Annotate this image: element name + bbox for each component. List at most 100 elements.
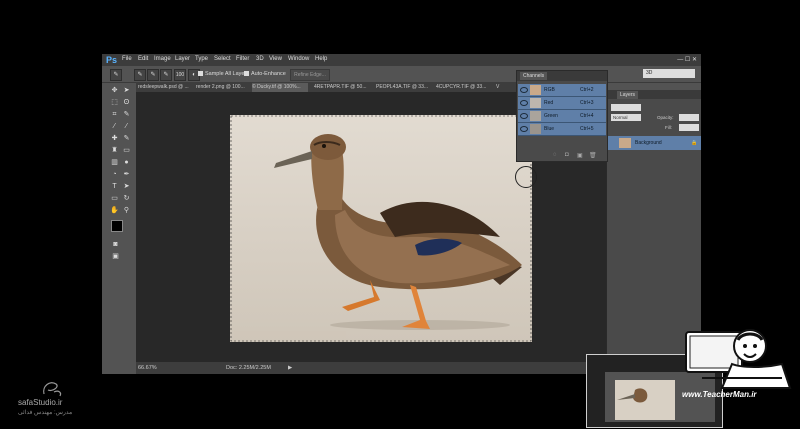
brush-size-picker[interactable]: 100	[174, 69, 186, 81]
channel-row-red[interactable]: Red Ctrl+3	[518, 97, 606, 110]
channels-tab[interactable]: Channels	[520, 72, 548, 80]
lock-icon: 🔒	[691, 140, 698, 146]
caricature-logo	[685, 329, 792, 389]
load-selection-icon[interactable]: ◌	[553, 152, 557, 158]
type-icon[interactable]: T	[109, 182, 120, 192]
stamp-icon[interactable]: ♜	[109, 146, 120, 156]
layers-tab[interactable]: Layers	[617, 91, 639, 99]
quick-select-icon[interactable]: ✎	[121, 110, 132, 120]
menu-image[interactable]: Image	[154, 56, 171, 62]
channel-thumbnail	[530, 98, 541, 108]
status-bar: 66.67% Doc: 2.25M/2.25M ▶	[136, 362, 606, 374]
workspace-select[interactable]: 3D	[643, 69, 695, 78]
channel-shortcut: Ctrl+3	[580, 100, 594, 106]
rotate-3d-icon[interactable]: ↻	[121, 194, 132, 204]
doc-tab[interactable]: PEOPL43A.TIF @ 33...	[376, 83, 430, 92]
sample-all-layers-checkbox[interactable]	[198, 71, 203, 76]
opacity-field[interactable]	[679, 114, 699, 121]
shape-icon[interactable]: ▭	[109, 194, 120, 204]
menu-layer[interactable]: Layer	[175, 56, 190, 62]
menu-edit[interactable]: Edit	[138, 56, 148, 62]
inset-duck	[617, 388, 648, 403]
studio-site: safaStudio.ir	[18, 398, 63, 407]
channel-shortcut: Ctrl+4	[580, 113, 594, 119]
menu-3d[interactable]: 3D	[256, 56, 264, 62]
doc-tab[interactable]: V	[496, 83, 506, 92]
foreground-color-swatch[interactable]	[111, 220, 123, 232]
dodge-icon[interactable]: ◔	[109, 170, 120, 180]
trash-icon[interactable]: 🗑	[589, 152, 597, 159]
path-select-icon[interactable]: ➤	[121, 182, 132, 192]
crop-icon[interactable]: ⌗	[109, 110, 120, 120]
channel-shortcut: Ctrl+5	[580, 126, 594, 132]
auto-enhance-checkbox[interactable]	[244, 71, 249, 76]
toolbox: ✥ ➤ ⬚ ʘ ⌗ ✎ ⁄ ⁄ ✚ ✎ ♜ ▭ ▥ ● ◔ ✒ T ➤ ▭ ↻ …	[106, 84, 136, 334]
doc-tab[interactable]: redsleepwalk.psd @ ...	[138, 83, 190, 92]
quick-selection-icon[interactable]: ✎	[110, 69, 122, 81]
menu-file[interactable]: File	[122, 56, 132, 62]
channels-footer: ◌ ◘ ▣ 🗑	[517, 151, 607, 161]
blend-mode-select[interactable]: Normal	[611, 114, 641, 121]
healing-icon[interactable]: ✚	[109, 134, 120, 144]
channel-row-blue[interactable]: Blue Ctrl+5	[518, 123, 606, 136]
menu-select[interactable]: Select	[214, 56, 231, 62]
zoom-icon[interactable]: ⚲	[121, 206, 132, 216]
subtract-selection-icon[interactable]: ✎	[160, 69, 172, 81]
move-icon[interactable]: ✥	[109, 86, 120, 96]
eyedropper-icon[interactable]: ⁄	[109, 122, 120, 132]
doc-tab[interactable]: render 2.png @ 100...	[196, 83, 246, 92]
menu-help[interactable]: Help	[315, 56, 327, 62]
menu-type[interactable]: Type	[195, 56, 208, 62]
photoshop-window: Ps File Edit Image Layer Type Select Fil…	[102, 54, 701, 374]
status-menu-arrow-icon[interactable]: ▶	[288, 365, 292, 371]
lasso-icon[interactable]: ʘ	[121, 98, 132, 108]
arrow-icon[interactable]: ➤	[121, 86, 132, 96]
channel-thumbnail	[530, 85, 541, 95]
channel-name: Red	[544, 100, 554, 106]
inset-canvas	[615, 380, 675, 420]
new-selection-icon[interactable]: ✎	[134, 69, 146, 81]
menu-view[interactable]: View	[269, 56, 282, 62]
new-channel-icon[interactable]: ▣	[577, 152, 583, 159]
opacity-label: Opacity:	[657, 115, 674, 120]
marquee-icon[interactable]: ⬚	[109, 98, 120, 108]
doc-tab[interactable]: 4CUPCYR.TIF @ 33...	[436, 83, 490, 92]
refine-edge-button[interactable]: Refine Edge...	[290, 69, 330, 81]
blur-icon[interactable]: ●	[121, 158, 132, 168]
channel-name: RGB	[544, 87, 555, 93]
instructor-credit: مدرس: مهندس فدائی	[18, 410, 73, 416]
eye-icon[interactable]	[520, 113, 528, 119]
channel-thumbnail	[530, 111, 541, 121]
fill-field[interactable]	[679, 124, 699, 131]
hand-icon[interactable]: ✋	[109, 206, 120, 216]
menu-bar: Ps File Edit Image Layer Type Select Fil…	[102, 54, 701, 66]
gradient-icon[interactable]: ▥	[109, 158, 120, 168]
brush-cursor	[515, 166, 537, 188]
eraser-icon[interactable]: ▭	[121, 146, 132, 156]
channels-panel: Channels RGB Ctrl+2 Red Ctrl+3 Green Ctr…	[516, 70, 608, 162]
channel-row-green[interactable]: Green Ctrl+4	[518, 110, 606, 123]
layer-filter-select[interactable]	[611, 104, 641, 111]
eye-icon[interactable]	[520, 126, 528, 132]
document-canvas[interactable]	[230, 115, 532, 342]
menu-window[interactable]: Window	[288, 56, 309, 62]
options-bar: ✎ ✎ ✎ ✎ 100 ◐ Sample All Layers Auto-Enh…	[102, 66, 701, 83]
layer-row[interactable]: Background 🔒	[607, 136, 701, 150]
add-to-selection-icon[interactable]: ✎	[147, 69, 159, 81]
zoom-level[interactable]: 66.67%	[138, 365, 157, 371]
channel-name: Blue	[544, 126, 555, 132]
pen-icon[interactable]: ✒	[121, 170, 132, 180]
eye-icon[interactable]	[520, 87, 528, 93]
doc-tab-active[interactable]: © Ducky.tif @ 100%...	[252, 83, 308, 92]
photoshop-logo: Ps	[106, 55, 118, 65]
window-controls[interactable]: — ☐ ✕	[677, 56, 697, 63]
menu-filter[interactable]: Filter	[236, 56, 249, 62]
channel-row-rgb[interactable]: RGB Ctrl+2	[518, 84, 606, 97]
doc-tab[interactable]: 4RETPAPR.TIF @ 50...	[314, 83, 370, 92]
quick-mask-icon[interactable]: ◙	[110, 240, 121, 250]
ruler-icon[interactable]: ⁄	[121, 122, 132, 132]
save-selection-icon[interactable]: ◘	[565, 152, 569, 158]
screen-mode-icon[interactable]: ▣	[110, 252, 121, 262]
eye-icon[interactable]	[520, 100, 528, 106]
brush-icon[interactable]: ✎	[121, 134, 132, 144]
